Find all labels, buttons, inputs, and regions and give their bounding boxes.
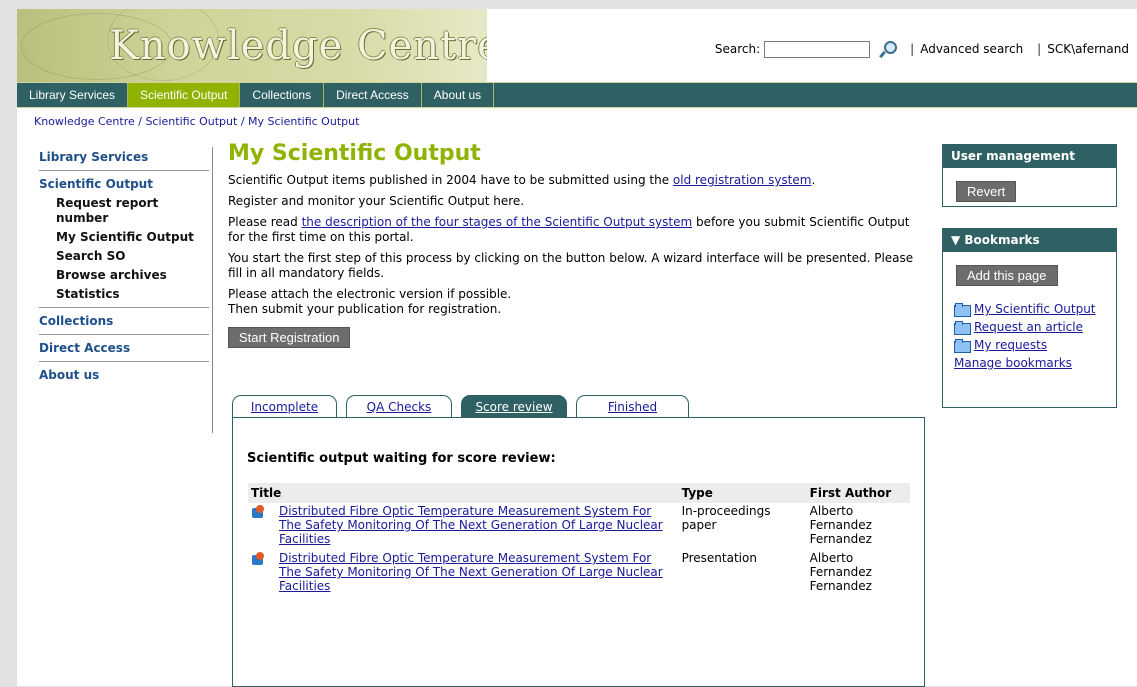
title-cell: Distributed Fibre Optic Temperature Meas… xyxy=(276,503,679,550)
search-input[interactable] xyxy=(764,40,871,58)
breadcrumb[interactable]: Knowledge Centre / Scientific Output / M… xyxy=(34,115,359,128)
left-sidebar: Library Services Scientific Output Reque… xyxy=(34,147,213,433)
nav-collections[interactable]: Collections xyxy=(240,83,325,107)
folder-icon xyxy=(954,338,971,353)
folder-icon xyxy=(954,320,971,335)
paragraph-read-description: Please read the description of the four … xyxy=(228,215,928,245)
logo-text: Knowledge Centre xyxy=(109,23,487,69)
paragraph-line: Please attach the electronic version if … xyxy=(228,287,512,301)
knowledge-centre-logo[interactable]: Knowledge Centre xyxy=(17,9,487,82)
tab-score-review-label[interactable]: Score review xyxy=(475,400,552,414)
paragraph-wizard: You start the first step of this process… xyxy=(228,251,914,280)
user-management-header: User management xyxy=(943,145,1116,168)
paragraph-text: Please read xyxy=(228,215,302,229)
sidebar-separator xyxy=(39,170,209,171)
results-table: Title Type First Author Distributed Fibr… xyxy=(248,483,910,597)
old-registration-system-link[interactable]: old registration system xyxy=(673,173,812,187)
paragraph-old-system: Scientific Output items published in 200… xyxy=(228,173,928,188)
nav-direct-access[interactable]: Direct Access xyxy=(324,83,422,107)
tab-qa-checks[interactable]: QA Checks xyxy=(346,395,452,418)
sidebar-divider xyxy=(212,147,213,433)
sidebar-item-request-report-number[interactable]: Request report number xyxy=(34,194,212,228)
add-this-page-button[interactable]: Add this page xyxy=(956,265,1058,286)
four-stages-description-link[interactable]: the description of the four stages of th… xyxy=(302,215,693,229)
bookmark-my-scientific-output-link[interactable]: My Scientific Output xyxy=(974,302,1096,316)
author-cell: Alberto Fernandez Fernandez xyxy=(809,504,872,546)
user-management-body: Revert xyxy=(943,168,1116,202)
tab-incomplete-label[interactable]: Incomplete xyxy=(251,400,318,414)
nav-about-us[interactable]: About us xyxy=(422,83,495,107)
bookmark-request-article-link[interactable]: Request an article xyxy=(974,320,1083,334)
publication-title-link[interactable]: Distributed Fibre Optic Temperature Meas… xyxy=(279,551,663,593)
sidebar-item-library-services[interactable]: Library Services xyxy=(34,147,212,167)
nav-library-services[interactable]: Library Services xyxy=(17,83,129,107)
advanced-search-link[interactable]: Advanced search xyxy=(920,42,1023,56)
page: Knowledge Centre Search: | Advanced sear… xyxy=(17,9,1137,687)
sidebar-item-statistics[interactable]: Statistics xyxy=(34,285,212,304)
folder-icon xyxy=(954,302,971,317)
type-cell: In-proceedings paper xyxy=(681,504,771,532)
bookmarks-add-row: Add this page xyxy=(943,252,1116,286)
type-cell: Presentation xyxy=(681,551,757,565)
divider: | xyxy=(1037,42,1042,56)
bookmarks-header[interactable]: ▼ Bookmarks xyxy=(943,229,1116,252)
sidebar-item-scientific-output[interactable]: Scientific Output xyxy=(34,174,212,194)
bookmark-item[interactable]: My Scientific Output xyxy=(954,302,1116,317)
header-search-area: Search: | Advanced search | SCK\afernand xyxy=(715,40,1129,58)
nav-scientific-output[interactable]: Scientific Output xyxy=(128,83,241,107)
sidebar-separator xyxy=(39,361,209,362)
main-content: My Scientific Output Scientific Output i… xyxy=(228,141,928,348)
manage-bookmarks-link[interactable]: Manage bookmarks xyxy=(954,356,1072,370)
publication-icon xyxy=(251,552,265,566)
sidebar-separator xyxy=(39,307,209,308)
paragraph-attach: Please attach the electronic version if … xyxy=(228,287,928,317)
tab-score-review[interactable]: Score review xyxy=(461,395,567,418)
sidebar-separator xyxy=(39,334,209,335)
divider: | xyxy=(910,42,915,56)
publication-icon xyxy=(251,505,265,519)
sidebar-item-my-scientific-output[interactable]: My Scientific Output xyxy=(34,228,212,247)
sidebar-item-direct-access[interactable]: Direct Access xyxy=(34,338,212,358)
paragraph-text: Scientific Output items published in 200… xyxy=(228,173,673,187)
manage-bookmarks-row: Manage bookmarks xyxy=(954,356,1116,370)
tab-incomplete[interactable]: Incomplete xyxy=(232,395,337,418)
paragraph-register: Register and monitor your Scientific Out… xyxy=(228,194,525,208)
bookmark-item[interactable]: My requests xyxy=(954,338,1116,353)
revert-button[interactable]: Revert xyxy=(956,181,1017,202)
table-row: Distributed Fibre Optic Temperature Meas… xyxy=(248,503,910,550)
column-header-first-author: First Author xyxy=(806,483,910,503)
tab-panel: Scientific output waiting for score revi… xyxy=(232,417,925,687)
tab-finished[interactable]: Finished xyxy=(576,395,689,418)
sidebar-item-search-so[interactable]: Search SO xyxy=(34,247,212,266)
search-icon[interactable] xyxy=(878,40,898,58)
column-header-type: Type xyxy=(678,483,807,503)
column-header-title: Title xyxy=(248,483,679,503)
top-navigation: Library Services Scientific Output Colle… xyxy=(17,82,1137,108)
bookmark-item[interactable]: Request an article xyxy=(954,320,1116,335)
tab-finished-label[interactable]: Finished xyxy=(608,400,657,414)
bookmarks-box: ▼ Bookmarks Add this page My Scientific … xyxy=(942,228,1117,408)
publication-title-link[interactable]: Distributed Fibre Optic Temperature Meas… xyxy=(279,504,663,546)
table-header-row: Title Type First Author xyxy=(248,483,910,503)
sidebar-item-collections[interactable]: Collections xyxy=(34,311,212,331)
panel-heading: Scientific output waiting for score revi… xyxy=(247,451,556,466)
user-management-box: User management Revert xyxy=(942,144,1117,207)
current-user: SCK\afernand xyxy=(1047,42,1129,56)
sidebar-item-about-us[interactable]: About us xyxy=(34,365,212,385)
start-registration-button[interactable]: Start Registration xyxy=(228,327,351,348)
author-cell: Alberto Fernandez Fernandez xyxy=(809,551,872,593)
icon-cell xyxy=(248,503,276,550)
icon-cell xyxy=(248,550,276,597)
tab-qa-checks-label[interactable]: QA Checks xyxy=(367,400,432,414)
paragraph-line: Then submit your publication for registr… xyxy=(228,302,502,316)
sidebar-item-browse-archives[interactable]: Browse archives xyxy=(34,266,212,285)
page-title: My Scientific Output xyxy=(228,141,481,166)
title-cell: Distributed Fibre Optic Temperature Meas… xyxy=(276,550,679,597)
search-label: Search: xyxy=(714,42,761,56)
table-row: Distributed Fibre Optic Temperature Meas… xyxy=(248,550,910,597)
paragraph-text: . xyxy=(811,173,816,187)
bookmark-my-requests-link[interactable]: My requests xyxy=(974,338,1047,352)
